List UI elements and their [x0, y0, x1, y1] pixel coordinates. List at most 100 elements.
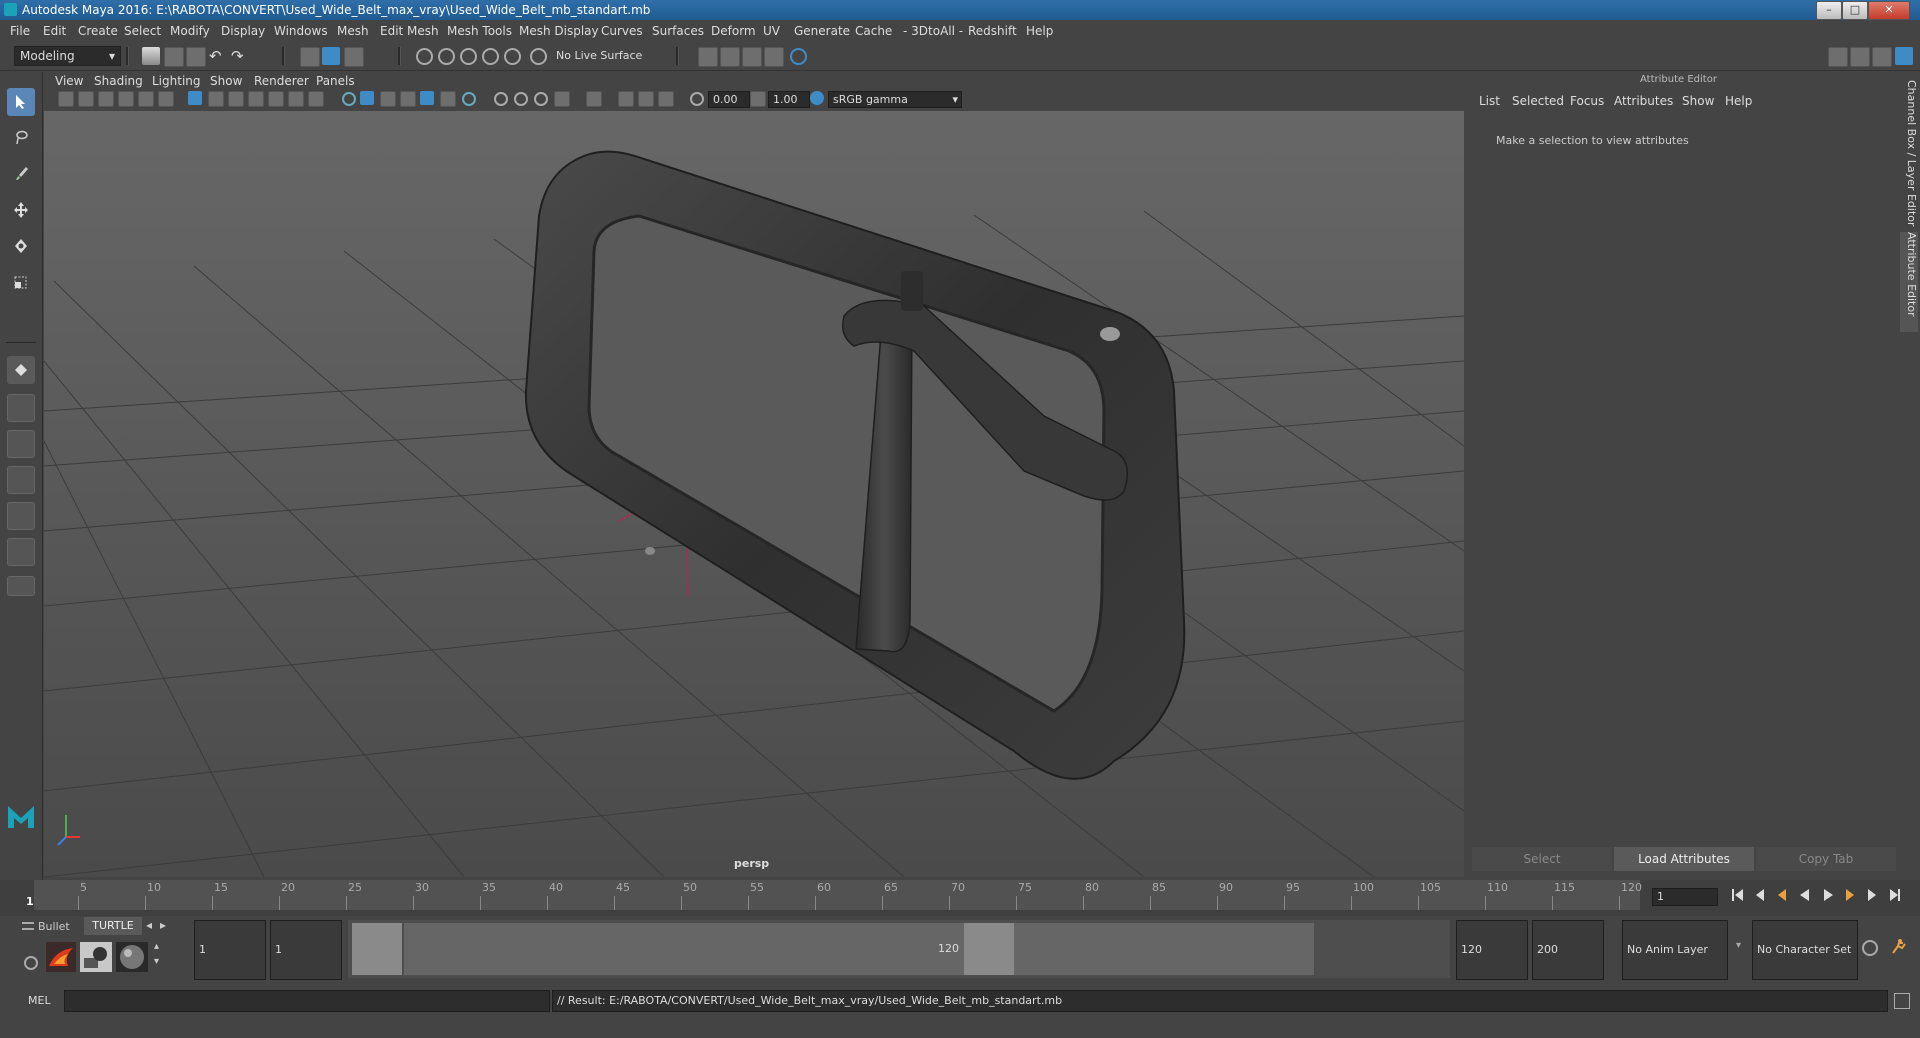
color-management-icon[interactable]	[810, 91, 824, 105]
wireframe-on-shaded-icon[interactable]	[380, 91, 396, 107]
paint-select-tool[interactable]	[7, 160, 35, 188]
image-plane-icon[interactable]	[118, 91, 134, 107]
snap-view-plane-icon[interactable]	[482, 48, 499, 65]
shadows-icon[interactable]	[462, 92, 476, 106]
gamma-icon[interactable]	[750, 91, 766, 107]
shelf-tabs-left-icon[interactable]: ◂	[146, 918, 152, 932]
shelf-settings-icon[interactable]	[24, 956, 38, 970]
menu-3dtoall[interactable]: - 3DtoAll -	[903, 24, 963, 38]
attr-menu-selected[interactable]: Selected	[1512, 94, 1564, 108]
snap-grid-icon[interactable]	[416, 48, 433, 65]
scale-tool[interactable]	[7, 268, 35, 296]
menu-curves[interactable]: Curves	[601, 24, 643, 38]
render-view-icon[interactable]	[790, 48, 807, 65]
range-end-field[interactable]: 120	[1456, 920, 1528, 980]
layout-persp-graph[interactable]	[7, 538, 35, 566]
copy-tab-button[interactable]: Copy Tab	[1756, 847, 1896, 871]
show-manipulator-tool[interactable]	[7, 356, 35, 384]
grease-pencil-icon[interactable]	[158, 91, 174, 107]
attr-menu-show[interactable]: Show	[1682, 94, 1714, 108]
depth-of-field-icon[interactable]	[554, 91, 570, 107]
menu-generate[interactable]: Generate	[794, 24, 850, 38]
gate-mask-icon[interactable]	[248, 91, 264, 107]
gamma-field[interactable]: 1.00	[768, 91, 810, 108]
panel-menu-renderer[interactable]: Renderer	[254, 74, 309, 88]
lasso-tool[interactable]	[7, 124, 35, 152]
go-to-start-arrow[interactable]	[1735, 889, 1743, 901]
hypershade-icon[interactable]	[764, 47, 784, 67]
ambient-occlusion-icon[interactable]	[494, 92, 508, 106]
step-back-key-icon[interactable]	[1778, 889, 1786, 901]
anti-aliasing-icon[interactable]	[534, 92, 548, 106]
layout-four-panes[interactable]	[7, 430, 35, 458]
menu-mesh-display[interactable]: Mesh Display	[519, 24, 599, 38]
menu-deform[interactable]: Deform	[711, 24, 756, 38]
select-by-object-icon[interactable]	[322, 47, 340, 65]
time-ruler[interactable]: 5 10 15 20 25 30 35 40 45 50 55 60 65 70…	[26, 880, 1642, 910]
minimize-button[interactable]: –	[1816, 1, 1842, 20]
perspective-viewport[interactable]: persp	[44, 111, 1464, 877]
bookmark-icon[interactable]	[98, 91, 114, 107]
panel-menu-panels[interactable]: Panels	[316, 74, 355, 88]
menu-windows[interactable]: Windows	[274, 24, 328, 38]
go-to-end-icon[interactable]	[1890, 889, 1898, 901]
xray-joints-icon[interactable]	[618, 91, 634, 107]
auto-key-icon[interactable]	[1862, 940, 1878, 956]
menu-edit[interactable]: Edit	[43, 24, 66, 38]
camera-attributes-icon[interactable]	[78, 91, 94, 107]
menu-edit-mesh[interactable]: Edit Mesh	[380, 24, 439, 38]
time-slider[interactable]: 5 10 15 20 25 30 35 40 45 50 55 60 65 70…	[0, 880, 1920, 916]
step-back-icon[interactable]	[1756, 889, 1764, 901]
script-editor-icon[interactable]	[1894, 993, 1910, 1009]
attr-menu-help[interactable]: Help	[1725, 94, 1752, 108]
start-frame-field[interactable]: 1	[194, 920, 266, 980]
current-frame-field[interactable]: 1	[1652, 888, 1718, 906]
move-tool[interactable]	[7, 196, 35, 224]
turtle-sphere-icon[interactable]	[116, 942, 148, 972]
attr-menu-attributes[interactable]: Attributes	[1614, 94, 1673, 108]
attribute-editor-tab[interactable]: Attribute Editor	[1900, 232, 1918, 332]
menu-help[interactable]: Help	[1026, 24, 1053, 38]
snap-point-icon[interactable]	[460, 48, 477, 65]
grid-icon[interactable]	[188, 91, 202, 105]
wireframe-icon[interactable]	[342, 92, 356, 106]
play-forwards-icon[interactable]	[1824, 889, 1833, 901]
channel-box-tab[interactable]: Channel Box / Layer Editor	[1900, 80, 1918, 230]
exposure-field[interactable]: 0.00	[708, 91, 750, 108]
snap-live-icon[interactable]	[504, 48, 521, 65]
attr-menu-focus[interactable]: Focus	[1570, 94, 1604, 108]
open-scene-icon[interactable]	[164, 47, 184, 67]
save-scene-icon[interactable]	[186, 47, 206, 67]
mode-dropdown[interactable]: Modeling ▾	[14, 46, 121, 66]
textured-icon[interactable]	[400, 91, 416, 107]
panel-menu-shading[interactable]: Shading	[94, 74, 143, 88]
channel-box-toggle-icon[interactable]	[1895, 47, 1913, 65]
layout-two-panes[interactable]	[7, 466, 35, 494]
range-end-handle[interactable]	[964, 923, 1014, 975]
panel-menu-show[interactable]: Show	[210, 74, 242, 88]
range-slider-bar-fill[interactable]	[404, 923, 1314, 975]
shelf-tab-turtle[interactable]: TURTLE	[84, 917, 142, 935]
safe-action-icon[interactable]	[288, 91, 304, 107]
snap-surface-icon[interactable]	[530, 48, 547, 65]
load-attributes-button[interactable]: Load Attributes	[1614, 847, 1754, 871]
undo-icon[interactable]: ↶	[209, 47, 227, 65]
panel-menu-lighting[interactable]: Lighting	[152, 74, 201, 88]
menu-uv[interactable]: UV	[763, 24, 780, 38]
select-button[interactable]: Select	[1472, 847, 1612, 871]
snap-curve-icon[interactable]	[438, 48, 455, 65]
shelf-tabs-right-icon[interactable]: ▸	[160, 918, 166, 932]
resolution-gate-icon[interactable]	[228, 91, 244, 107]
film-gate-icon[interactable]	[208, 91, 224, 107]
turtle-baking-icon[interactable]	[80, 942, 112, 972]
menu-surfaces[interactable]: Surfaces	[652, 24, 704, 38]
menu-redshift[interactable]: Redshift	[968, 24, 1017, 38]
use-lights-icon[interactable]	[440, 91, 456, 107]
go-to-end-bar[interactable]	[1898, 889, 1900, 901]
isolate-select-icon[interactable]	[586, 91, 602, 107]
close-button[interactable]: ✕	[1868, 1, 1910, 20]
turtle-render-icon[interactable]	[46, 942, 76, 972]
command-language-label[interactable]: MEL	[28, 994, 51, 1007]
menu-select[interactable]: Select	[124, 24, 161, 38]
menu-create[interactable]: Create	[78, 24, 118, 38]
